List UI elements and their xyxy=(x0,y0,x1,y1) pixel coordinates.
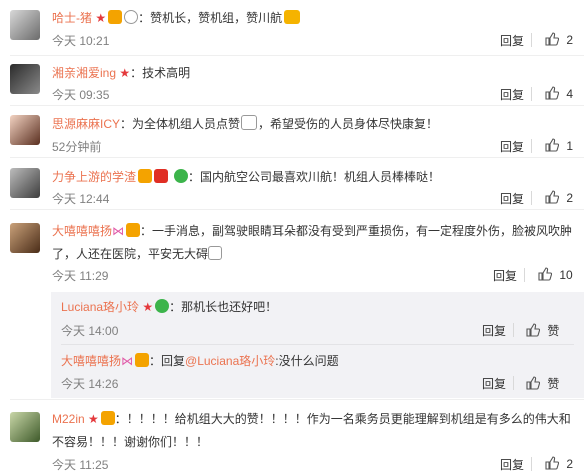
thumbs-up-icon xyxy=(545,138,559,152)
bow-icon: ⋈ xyxy=(112,224,125,238)
thumbs-up-emoji-icon xyxy=(284,10,301,24)
avatar[interactable] xyxy=(10,115,40,145)
avatar[interactable] xyxy=(10,223,40,253)
reply-button[interactable]: 回复 xyxy=(500,86,524,103)
reply-prefix: ：回复 xyxy=(149,354,186,368)
replier-name[interactable]: Luciana珞小玲 xyxy=(61,300,139,314)
avatar[interactable] xyxy=(10,64,40,94)
like-label: 赞 xyxy=(547,324,560,338)
avatar[interactable] xyxy=(10,10,40,40)
divider xyxy=(531,191,532,205)
commenter-name[interactable]: M22in xyxy=(52,412,85,426)
reply-button[interactable]: 回复 xyxy=(482,322,506,339)
reply-text: ：那机长也还好吧！ xyxy=(169,300,278,314)
commenter-name[interactable]: 湘亲湘爱ing xyxy=(52,66,116,80)
like-button[interactable]: 赞 xyxy=(526,375,559,392)
avatar[interactable] xyxy=(10,168,40,198)
like-count: 2 xyxy=(566,33,574,47)
vip-badge-icon xyxy=(108,10,123,24)
timestamp: 今天 10:21 xyxy=(52,34,110,48)
commenter-name[interactable]: 思源麻麻ICY xyxy=(52,117,120,131)
thumbs-up-icon xyxy=(545,32,559,46)
divider xyxy=(513,376,514,390)
like-button[interactable]: 赞 xyxy=(526,322,559,339)
heart-badge-icon xyxy=(154,169,169,183)
timestamp: 今天 11:25 xyxy=(52,458,109,472)
ribbon-badge-icon xyxy=(174,169,189,183)
reply-thread: Luciana珞小玲 ★ ：那机长也还好吧！ 今天 14:00 回复 赞 大嘻嘻嘻… xyxy=(51,292,584,398)
comment-item: 力争上游的学渣 ：国内航空公司最喜欢川航！机组人员棒棒哒！ 今天 12:44 回复… xyxy=(0,158,584,210)
commenter-name[interactable]: 大嘻嘻嘻扬 xyxy=(52,224,112,238)
ribbon-badge-icon xyxy=(155,299,170,313)
divider xyxy=(531,33,532,47)
vip-badge-icon xyxy=(138,169,153,183)
like-button[interactable]: 4 xyxy=(545,86,573,101)
comment-item: 湘亲湘爱ing ★：技术高明 今天 09:35 回复 4 xyxy=(0,56,584,106)
divider xyxy=(531,457,532,471)
comment-item: 大嘻嘻嘻扬 ⋈ ：一手消息，副驾驶眼睛耳朵都没有受到严重损伤，有一定程度外伤，脸被… xyxy=(0,210,584,400)
timestamp: 52分钟前 xyxy=(52,140,102,154)
thumbs-up-icon xyxy=(526,323,540,337)
commenter-name[interactable]: 哈士-猪 xyxy=(52,11,92,25)
thumbs-up-icon xyxy=(545,190,559,204)
like-button[interactable]: 10 xyxy=(538,267,573,282)
comment-text-continued: ，希望受伤的人员身体尽快康复！ xyxy=(258,117,439,131)
comment-text: ：为全体机组人员点赞 xyxy=(120,117,241,131)
reply-button[interactable]: 回复 xyxy=(500,138,524,155)
reply-button[interactable]: 回复 xyxy=(500,456,524,473)
like-count: 4 xyxy=(566,87,574,101)
star-icon: ★ xyxy=(92,11,107,25)
like-count: 1 xyxy=(566,139,574,153)
vip-badge-icon xyxy=(126,223,141,237)
commenter-name[interactable]: 力争上游的学渣 xyxy=(52,170,136,184)
comment-text: ：赞机长，赞机组，赞川航 xyxy=(138,11,283,25)
vip-badge-icon xyxy=(135,353,150,367)
reply-button[interactable]: 回复 xyxy=(482,375,506,392)
thumbs-up-icon xyxy=(545,456,559,470)
like-button[interactable]: 1 xyxy=(545,138,573,153)
like-count: 2 xyxy=(566,191,574,205)
reply-button[interactable]: 回复 xyxy=(500,32,524,49)
comment-item: 哈士-猪 ★ ：赞机长，赞机组，赞川航 今天 10:21 回复 2 xyxy=(0,0,584,56)
divider xyxy=(531,87,532,101)
like-button[interactable]: 2 xyxy=(545,190,573,205)
star-icon: ★ xyxy=(84,412,99,426)
timestamp: 今天 14:00 xyxy=(61,324,119,338)
divider xyxy=(524,268,525,282)
thumbs-up-icon xyxy=(545,86,559,100)
comment-item: M22in ★ ：！！！！给机组大大的赞！！！！作为一名乘务员更能理解到机组是有多… xyxy=(0,400,584,472)
thumbs-up-icon xyxy=(526,376,540,390)
reply-text: :没什么问题 xyxy=(275,354,339,368)
star-icon: ★ xyxy=(139,300,154,314)
star-icon: ★ xyxy=(116,66,131,80)
thumbs-up-emoji-icon xyxy=(241,115,258,130)
timestamp: 今天 14:26 xyxy=(61,377,119,391)
like-label: 赞 xyxy=(547,377,560,391)
like-button[interactable]: 2 xyxy=(545,456,573,471)
reply-button[interactable]: 回复 xyxy=(493,267,517,284)
reply-button[interactable]: 回复 xyxy=(500,190,524,207)
thumbs-up-icon xyxy=(538,267,552,281)
bow-icon: ⋈ xyxy=(121,354,134,368)
timestamp: 今天 11:29 xyxy=(52,269,109,283)
like-button[interactable]: 2 xyxy=(545,32,573,47)
comment-item: 思源麻麻ICY：为全体机组人员点赞 ，希望受伤的人员身体尽快康复！ 52分钟前 回… xyxy=(0,106,584,158)
comment-text: ：技术高明 xyxy=(130,66,191,80)
timestamp: 今天 12:44 xyxy=(52,192,110,206)
mention-link[interactable]: @Luciana珞小玲 xyxy=(185,354,275,368)
vip-badge-icon xyxy=(100,411,115,425)
like-count: 2 xyxy=(566,457,574,471)
comment-text: ：国内航空公司最喜欢川航！机组人员棒棒哒！ xyxy=(188,170,441,184)
separator xyxy=(61,344,574,345)
divider xyxy=(513,323,514,337)
comment-text: ：！！！！给机组大大的赞！！！！作为一名乘务员更能理解到机组是有多么的伟大和不容… xyxy=(52,412,571,449)
like-count: 10 xyxy=(559,268,573,282)
divider xyxy=(531,139,532,153)
panda-badge-icon xyxy=(124,10,139,24)
avatar[interactable] xyxy=(10,412,40,442)
hands-emoji-icon xyxy=(208,246,223,260)
replier-name[interactable]: 大嘻嘻嘻扬 xyxy=(61,354,121,368)
timestamp: 今天 09:35 xyxy=(52,88,110,102)
